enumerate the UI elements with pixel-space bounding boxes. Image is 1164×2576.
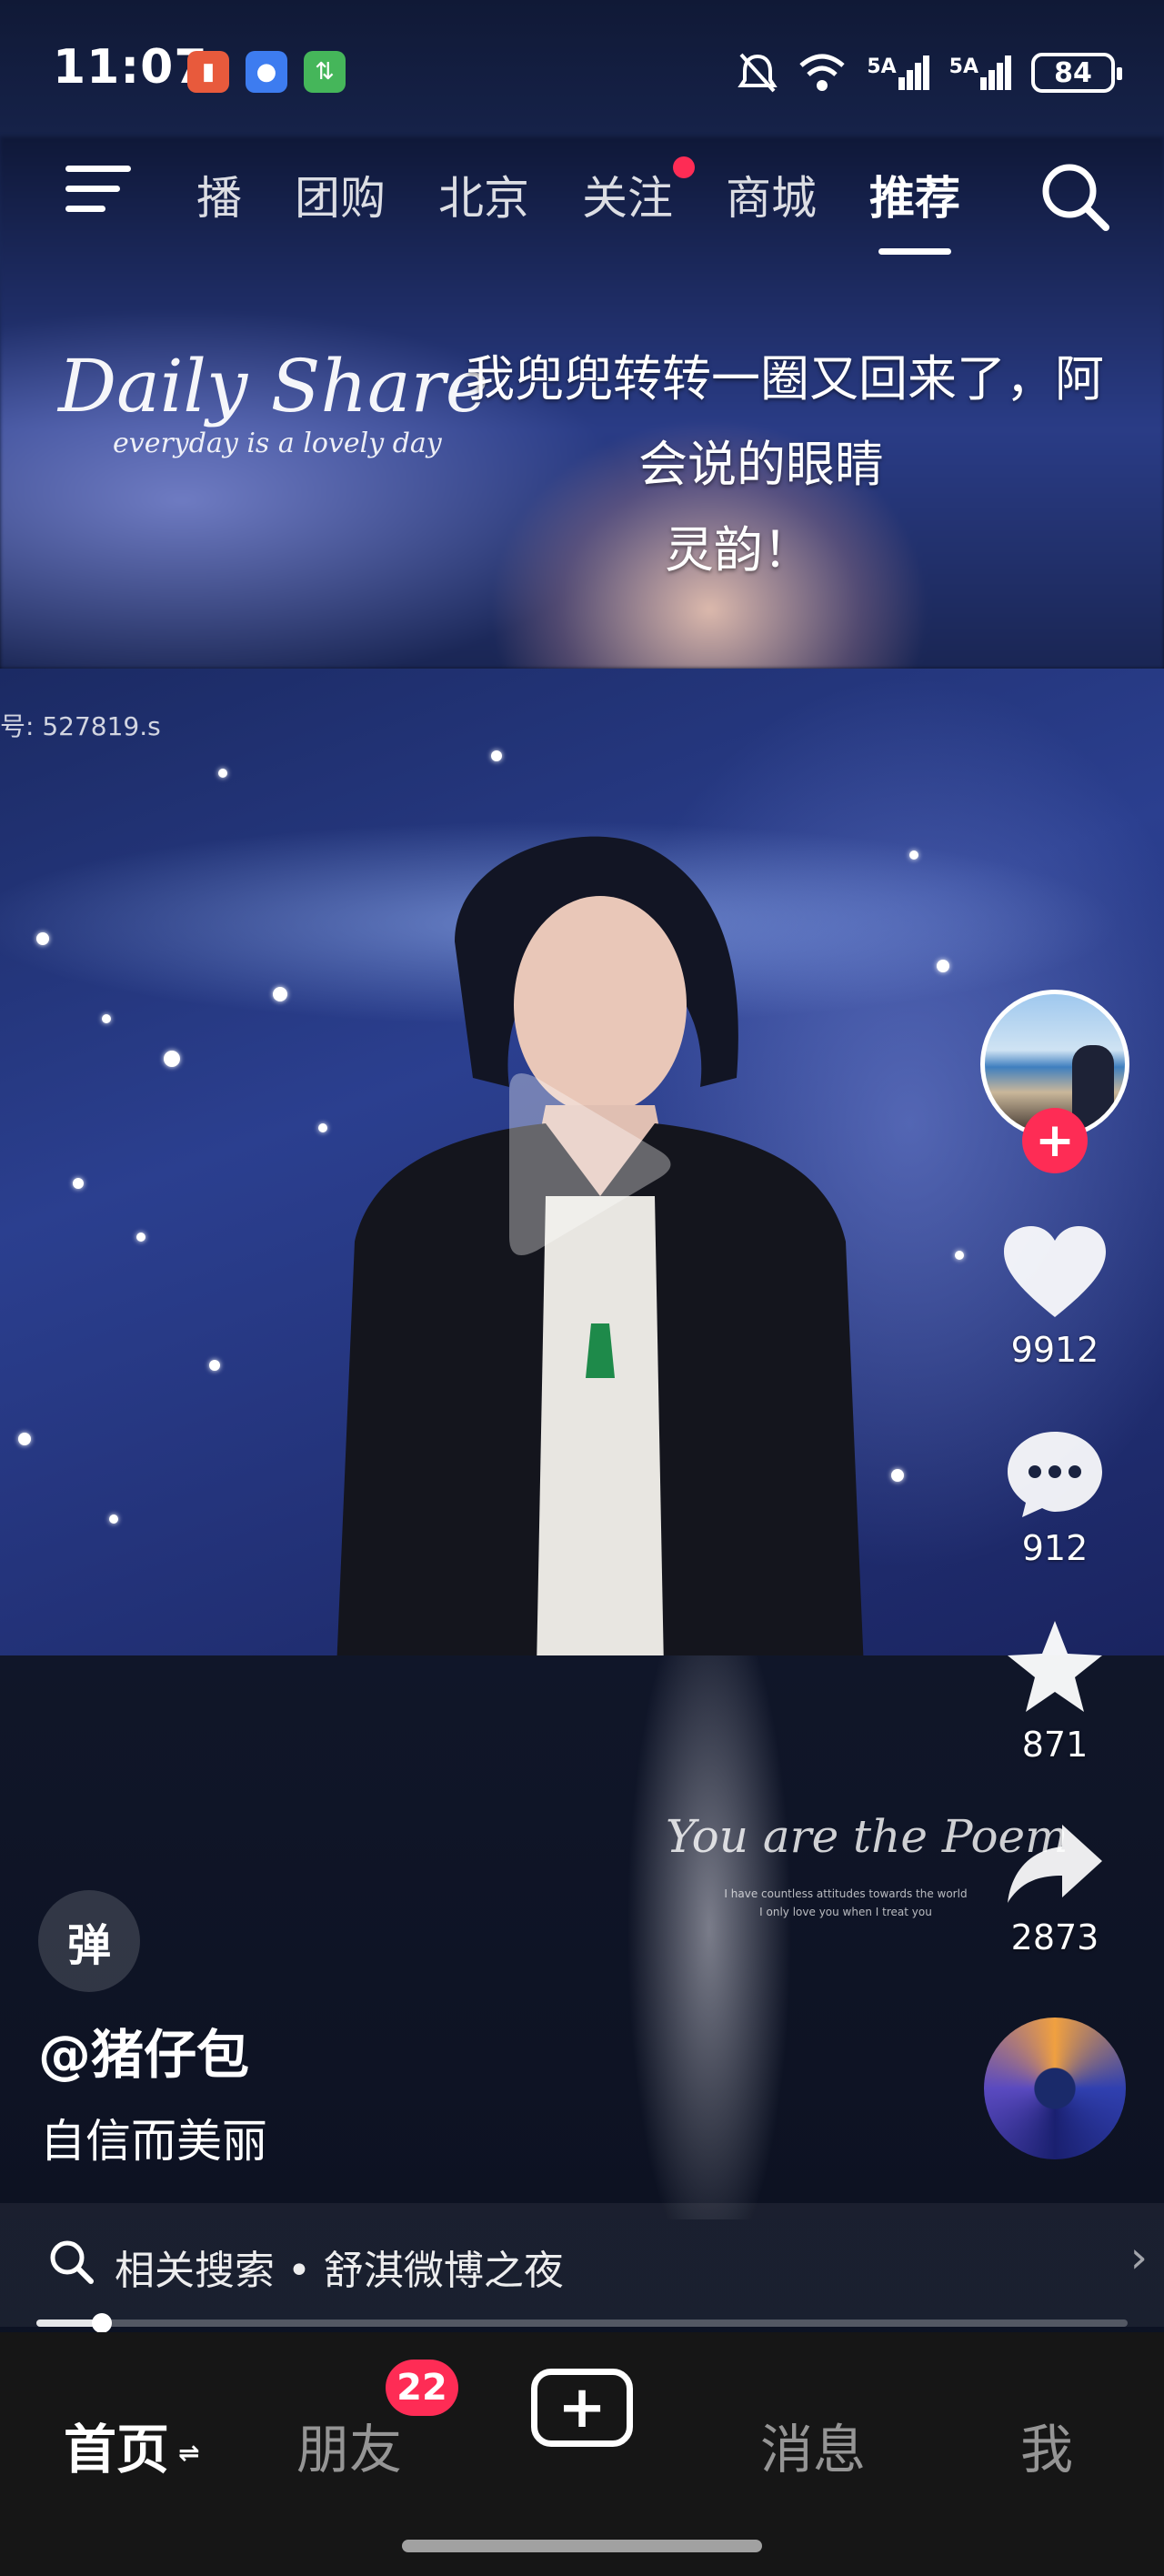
tab-following[interactable]: 关注 (582, 156, 695, 227)
danmu-toggle-button[interactable]: 弹 (38, 1890, 140, 1992)
progress-knob[interactable] (92, 2313, 112, 2333)
video-description: 自信而美丽 (40, 2115, 267, 2168)
battery-level: 84 (1054, 56, 1092, 89)
video-watermark: 号: 527819.s (0, 711, 161, 741)
favorite-button[interactable]: 871 (991, 1617, 1119, 1765)
star-icon (1008, 1621, 1102, 1712)
related-search-text: 相关搜索 • 舒淇微博之夜 (115, 2248, 564, 2294)
related-search-bar[interactable]: 相关搜索 • 舒淇微博之夜 › (0, 2203, 1164, 2327)
nav-friends[interactable]: 朋友 (296, 2407, 402, 2483)
video-feed-screen: Daily Share everyday is a lovely day 我兜兜… (0, 0, 1164, 2576)
comment-icon (1008, 1432, 1102, 1517)
poem-subtitle: I have countless attitudes towards the w… (691, 1885, 1000, 1921)
status-bar: 11:07 ▮ ● ⇅ 5A 5A 84 (0, 0, 1164, 136)
music-disc-icon[interactable] (984, 2018, 1126, 2159)
like-count: 9912 (1010, 1330, 1099, 1370)
nav-messages[interactable]: 消息 (760, 2407, 866, 2483)
menu-icon[interactable] (65, 166, 131, 216)
feed-tabs: 播 团购 北京 关注 商城 推荐 (196, 156, 1013, 255)
like-button[interactable]: 9912 (991, 1223, 1119, 1370)
poem-line-2: I only love you when I treat you (759, 1906, 932, 1918)
top-navigation: 播 团购 北京 关注 商城 推荐 (0, 146, 1164, 255)
battery-icon: 84 (1031, 53, 1122, 93)
share-arrow-icon (1008, 1825, 1102, 1903)
nav-home[interactable]: 首页 ⇌ (64, 2407, 199, 2483)
data-transfer-icon: ⇅ (304, 51, 346, 93)
mute-bell-icon (738, 53, 778, 93)
share-count: 2873 (1010, 1917, 1099, 1957)
signal-1-icon: 5A (867, 55, 929, 90)
caption-line-1: 我兜兜转转一圈又回来了，阿 (466, 350, 1104, 408)
play-icon[interactable] (491, 1064, 673, 1264)
create-button[interactable]: + (531, 2369, 633, 2447)
battery-saver-icon: ▮ (187, 51, 229, 93)
tab-recommended[interactable]: 推荐 (869, 162, 960, 255)
comment-count: 912 (1021, 1528, 1089, 1568)
caption-line-2: 会说的眼睛 (638, 436, 884, 493)
video-progress-bar[interactable] (36, 2313, 1128, 2333)
signal-2-label: 5A (948, 55, 978, 78)
follow-button[interactable]: + (1022, 1108, 1088, 1173)
comment-button[interactable]: 912 (991, 1428, 1119, 1568)
signal-1-label: 5A (867, 55, 897, 78)
author-name[interactable]: @猪仔包 (38, 2012, 249, 2088)
overlay-subtitle: everyday is a lovely day (113, 428, 442, 459)
nav-me[interactable]: 我 (1020, 2407, 1073, 2483)
friends-badge: 22 (386, 2360, 458, 2416)
home-indicator[interactable] (402, 2540, 762, 2552)
tab-live[interactable]: 播 (196, 162, 242, 227)
overlay-title: Daily Share (58, 344, 489, 428)
caption-line-3: 灵韵！ (665, 521, 812, 579)
notification-dot (673, 156, 695, 178)
poem-line-1: I have countless attitudes towards the w… (724, 1887, 968, 1900)
signal-2-icon: 5A (949, 55, 1011, 90)
search-icon[interactable] (1037, 158, 1113, 235)
tab-beijing[interactable]: 北京 (438, 162, 529, 227)
tab-group-buy[interactable]: 团购 (295, 162, 386, 227)
switch-icon: ⇌ (178, 2438, 200, 2469)
tab-mall[interactable]: 商城 (726, 162, 817, 227)
heart-icon (1004, 1226, 1106, 1317)
status-icons: 5A 5A 84 (738, 47, 1122, 98)
share-button[interactable]: 2873 (991, 1821, 1119, 1957)
video-caption: 我兜兜转转一圈又回来了，阿 会说的眼睛 灵韵！ (466, 337, 1164, 593)
status-time: 11:07 (53, 40, 208, 95)
related-search-icon (50, 2240, 94, 2284)
chevron-right-icon: › (1129, 2232, 1148, 2283)
message-app-icon: ● (246, 51, 287, 93)
wifi-icon (799, 54, 845, 91)
favorite-count: 871 (1021, 1725, 1089, 1765)
